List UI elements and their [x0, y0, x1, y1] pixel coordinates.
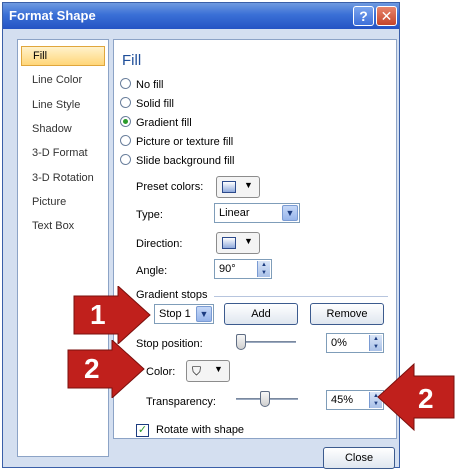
option-label: Solid fill [136, 98, 174, 110]
direction-button[interactable]: ▼ [216, 232, 260, 254]
option-label: Gradient fill [136, 117, 192, 129]
callout-number: 2 [84, 353, 100, 384]
callout-arrow-2-right: 2 [376, 362, 456, 432]
slide-background-fill-option[interactable]: Slide background fill [120, 153, 234, 169]
direction-label: Direction: [136, 238, 183, 250]
sidebar-item-text-box[interactable]: Text Box [21, 216, 105, 236]
transparency-value: 45% [331, 394, 354, 406]
dropdown-arrow-icon: ▼ [244, 236, 253, 246]
sidebar-item-3d-format[interactable]: 3-D Format [21, 143, 105, 163]
sidebar-item-line-style[interactable]: Line Style [21, 95, 105, 115]
color-label: Color: [146, 366, 176, 378]
callout-arrow-1: 1 [72, 286, 152, 344]
no-fill-option[interactable]: No fill [120, 77, 164, 93]
radio-icon[interactable] [120, 97, 131, 108]
callout-number: 2 [418, 383, 434, 414]
sidebar-item-3d-rotation[interactable]: 3-D Rotation [21, 168, 105, 188]
dropdown-arrow-icon[interactable]: ▼ [196, 306, 212, 322]
title-bar: Format Shape ? ✕ [3, 3, 399, 29]
picture-fill-option[interactable]: Picture or texture fill [120, 134, 233, 150]
add-stop-button[interactable]: Add [224, 303, 298, 325]
paint-bucket-icon: ⛉ [192, 364, 202, 378]
preset-colors-label: Preset colors: [136, 181, 204, 193]
sidebar-item-picture[interactable]: Picture [21, 192, 105, 212]
format-shape-dialog: Format Shape ? ✕ Fill Line Color Line St… [2, 2, 400, 469]
transparency-thumb[interactable] [260, 391, 270, 407]
transparency-label: Transparency: [146, 396, 216, 408]
group-divider [214, 296, 388, 297]
solid-fill-option[interactable]: Solid fill [120, 96, 174, 112]
stop-position-thumb[interactable] [236, 334, 246, 350]
radio-selected-icon[interactable] [120, 116, 131, 127]
title-close-button[interactable]: ✕ [376, 6, 397, 26]
stop-value: Stop 1 [159, 308, 191, 320]
radio-icon[interactable] [120, 135, 131, 146]
rotate-with-shape-checkbox[interactable]: ✓ [136, 424, 149, 437]
rotate-with-shape-label: Rotate with shape [156, 424, 245, 436]
gradient-fill-option[interactable]: Gradient fill [120, 115, 192, 131]
angle-spinner[interactable]: 90° ▲ ▼ [214, 259, 272, 279]
spinner-arrows-icon[interactable]: ▲ ▼ [369, 335, 382, 351]
sidebar-item-line-color[interactable]: Line Color [21, 70, 105, 90]
color-button[interactable]: ⛉ ▼ [186, 360, 230, 382]
callout-number: 1 [90, 299, 106, 330]
fill-panel: Fill No fill Solid fill Gradient fill Pi… [113, 39, 397, 439]
radio-icon[interactable] [120, 154, 131, 165]
type-label: Type: [136, 209, 163, 221]
type-dropdown[interactable]: Linear ▼ [214, 203, 300, 223]
dropdown-arrow-icon: ▼ [214, 364, 223, 374]
close-button[interactable]: Close [323, 447, 395, 469]
angle-value: 90° [219, 263, 236, 275]
sidebar-item-fill[interactable]: Fill [21, 46, 105, 66]
dialog-title: Format Shape [9, 8, 96, 23]
stop-dropdown[interactable]: Stop 1 ▼ [154, 304, 214, 324]
preset-colors-button[interactable]: ▼ [216, 176, 260, 198]
remove-stop-button[interactable]: Remove [310, 303, 384, 325]
spinner-arrows-icon[interactable]: ▲ ▼ [257, 261, 270, 277]
option-label: Slide background fill [136, 155, 235, 167]
stop-position-spinner[interactable]: 0% ▲ ▼ [326, 333, 384, 353]
angle-label: Angle: [136, 265, 168, 277]
stop-position-value: 0% [331, 337, 347, 349]
type-value: Linear [219, 207, 250, 219]
dropdown-arrow-icon: ▼ [244, 180, 253, 190]
sidebar-item-shadow[interactable]: Shadow [21, 119, 105, 139]
help-button[interactable]: ? [353, 6, 374, 26]
dropdown-arrow-icon[interactable]: ▼ [282, 205, 298, 221]
section-title: Fill [122, 52, 142, 69]
radio-icon[interactable] [120, 78, 131, 89]
gradient-swatch-icon [222, 181, 236, 193]
option-label: No fill [136, 79, 164, 91]
option-label: Picture or texture fill [136, 136, 234, 148]
callout-arrow-2-left: 2 [66, 340, 146, 398]
direction-swatch-icon [222, 237, 236, 249]
